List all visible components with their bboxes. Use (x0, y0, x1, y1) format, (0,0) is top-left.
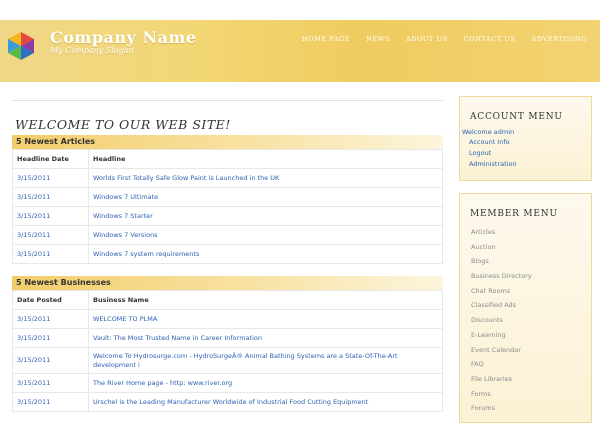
business-name-link[interactable]: The River Home page - http: www.river.or… (88, 373, 443, 393)
table-row: 3/15/2011 Windows 7 Ultimate (12, 187, 443, 207)
table-row: 3/15/2011 WELCOME TO PLMA (12, 309, 443, 329)
member-menu-item-file-libraries[interactable]: File Libraries (460, 372, 591, 387)
member-menu-item-forums[interactable]: Forums (460, 401, 591, 416)
table-row: 3/15/2011 Worlds First Totally Safe Glow… (12, 168, 443, 188)
article-headline-link[interactable]: Windows 7 system requirements (88, 244, 443, 264)
member-menu-item-business-directory[interactable]: Business Directory (460, 269, 591, 284)
business-name-link[interactable]: Vault: The Most Trusted Name in Career I… (88, 328, 443, 348)
nav-advertising[interactable]: ADVERTISING (532, 35, 587, 43)
articles-table: Headline Date Headline 3/15/2011 Worlds … (12, 149, 443, 264)
article-date[interactable]: 3/15/2011 (12, 206, 89, 226)
company-slogan: My Company Slogan (50, 46, 134, 55)
member-menu-box: MEMBER MENU Articles Auction Blogs Busin… (459, 193, 592, 423)
articles-section-header: 5 Newest Articles (12, 135, 443, 149)
business-date[interactable]: 3/15/2011 (12, 328, 89, 348)
article-headline-link[interactable]: Windows 7 Ultimate (88, 187, 443, 207)
businesses-section-header: 5 Newest Businesses (12, 276, 443, 290)
site-header: Company Name My Company Slogan HOME PAGE… (0, 20, 600, 82)
nav-contact-us[interactable]: CONTACT US (464, 35, 516, 43)
article-date[interactable]: 3/15/2011 (12, 168, 89, 188)
table-row: 3/15/2011 Welcome To Hydrosurge.com - Hy… (12, 347, 443, 374)
table-row: 3/15/2011 Windows 7 system requirements (12, 244, 443, 264)
business-name-link[interactable]: WELCOME TO PLMA (88, 309, 443, 329)
table-row: 3/15/2011 Windows 7 Starter (12, 206, 443, 226)
business-date[interactable]: 3/15/2011 (12, 309, 89, 329)
businesses-table: Date Posted Business Name 3/15/2011 WELC… (12, 290, 443, 412)
column-header-date-posted: Date Posted (12, 290, 89, 310)
table-row: 3/15/2011 Urschel is the Leading Manufac… (12, 392, 443, 412)
column-header-headline: Headline (88, 149, 443, 169)
business-date[interactable]: 3/15/2011 (12, 347, 89, 374)
member-menu-item-blogs[interactable]: Blogs (460, 254, 591, 269)
logout-link[interactable]: Logout (469, 149, 591, 158)
top-navigation: HOME PAGE NEWS ABOUT US CONTACT US ADVER… (302, 35, 587, 43)
business-date[interactable]: 3/15/2011 (12, 392, 89, 412)
administration-link[interactable]: Administration (469, 160, 591, 169)
company-name[interactable]: Company Name (50, 28, 197, 47)
nav-news[interactable]: NEWS (366, 35, 390, 43)
member-menu-item-articles[interactable]: Articles (460, 225, 591, 240)
member-menu-item-auction[interactable]: Auction (460, 240, 591, 255)
article-date[interactable]: 3/15/2011 (12, 187, 89, 207)
table-header-row: Headline Date Headline (12, 149, 443, 169)
article-headline-link[interactable]: Windows 7 Starter (88, 206, 443, 226)
table-row: 3/15/2011 Vault: The Most Trusted Name i… (12, 328, 443, 348)
account-menu-box: ACCOUNT MENU Welcome admin Account Info … (459, 96, 592, 181)
article-headline-link[interactable]: Windows 7 Versions (88, 225, 443, 245)
member-menu-item-e-learning[interactable]: E-Learning (460, 328, 591, 343)
account-welcome-text: Welcome admin (462, 128, 515, 136)
page-title: WELCOME TO OUR WEB SITE! (15, 117, 231, 132)
table-row: 3/15/2011 Windows 7 Versions (12, 225, 443, 245)
member-menu-item-faq[interactable]: FAQ (460, 357, 591, 372)
member-menu-item-discounts[interactable]: Discounts (460, 313, 591, 328)
divider (12, 100, 443, 101)
account-info-link[interactable]: Account Info (469, 138, 591, 147)
article-headline-link[interactable]: Worlds First Totally Safe Glow Paint is … (88, 168, 443, 188)
member-menu-list: Articles Auction Blogs Business Director… (460, 225, 591, 416)
business-name-link[interactable]: Urschel is the Leading Manufacturer Worl… (88, 392, 443, 412)
company-logo-icon[interactable] (6, 31, 36, 61)
member-menu-title: MEMBER MENU (470, 209, 558, 219)
business-name-link[interactable]: Welcome To Hydrosurge.com - HydroSurgeÂ®… (88, 347, 443, 374)
nav-about-us[interactable]: ABOUT US (406, 35, 448, 43)
column-header-business-name: Business Name (88, 290, 443, 310)
member-menu-item-chat-rooms[interactable]: Chat Rooms (460, 284, 591, 299)
column-header-headline-date: Headline Date (12, 149, 89, 169)
table-header-row: Date Posted Business Name (12, 290, 443, 310)
article-date[interactable]: 3/15/2011 (12, 225, 89, 245)
business-date[interactable]: 3/15/2011 (12, 373, 89, 393)
table-row: 3/15/2011 The River Home page - http: ww… (12, 373, 443, 393)
article-date[interactable]: 3/15/2011 (12, 244, 89, 264)
main-content: WELCOME TO OUR WEB SITE! 5 Newest Articl… (12, 100, 443, 412)
account-menu-title: ACCOUNT MENU (470, 112, 563, 122)
member-menu-item-classified-ads[interactable]: Classified Ads (460, 298, 591, 313)
member-menu-item-event-calendar[interactable]: Event Calendar (460, 343, 591, 358)
member-menu-item-forms[interactable]: Forms (460, 387, 591, 402)
nav-home-page[interactable]: HOME PAGE (302, 35, 350, 43)
